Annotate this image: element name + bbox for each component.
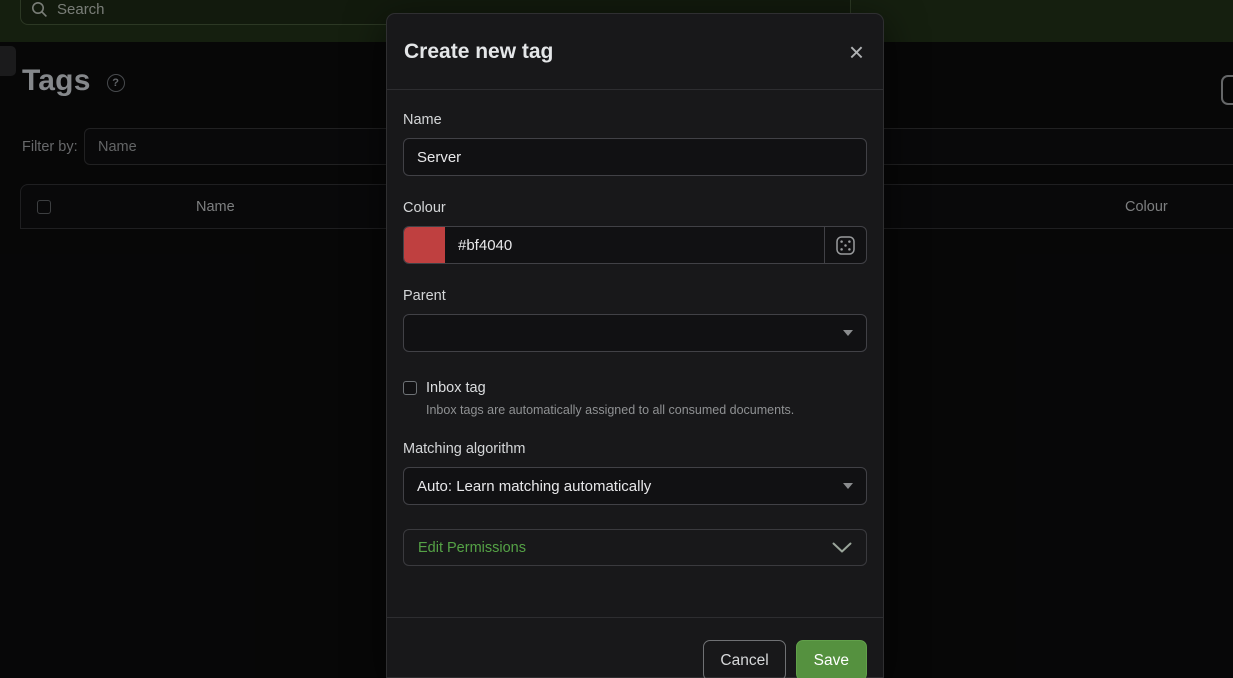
parent-label: Parent <box>403 288 867 304</box>
dice-icon <box>836 236 855 255</box>
inbox-tag-label[interactable]: Inbox tag <box>426 380 486 396</box>
filter-by-label: Filter by: <box>22 139 78 155</box>
matching-algorithm-select[interactable]: Auto: Learn matching automatically <box>403 467 867 505</box>
modal-footer: Cancel Save <box>387 617 883 678</box>
cutoff-right-button[interactable] <box>1221 75 1233 105</box>
matching-algorithm-value: Auto: Learn matching automatically <box>417 478 651 495</box>
inbox-tag-checkbox[interactable] <box>403 381 417 395</box>
help-icon[interactable]: ? <box>107 74 125 92</box>
save-button[interactable]: Save <box>796 640 867 678</box>
colour-swatch <box>404 227 445 263</box>
tag-name-input[interactable] <box>403 138 867 176</box>
inbox-tag-hint: Inbox tags are automatically assigned to… <box>426 403 867 417</box>
parent-select[interactable] <box>403 314 867 352</box>
page-title: Tags <box>22 64 91 98</box>
create-tag-modal: Create new tag × Name Colour <box>386 13 884 678</box>
column-header-name[interactable]: Name <box>196 199 235 215</box>
random-colour-button[interactable] <box>824 227 866 263</box>
chevron-down-icon <box>843 483 853 489</box>
app-window: Tags ? Filter by: Name Colour Create new… <box>0 0 1233 678</box>
sidebar-edge-chip <box>0 46 16 76</box>
inbox-tag-group: Inbox tag Inbox tags are automatically a… <box>403 380 867 417</box>
edit-permissions-label: Edit Permissions <box>418 540 526 556</box>
chevron-down-icon <box>832 542 852 553</box>
name-field-group: Name <box>403 112 867 176</box>
matching-algorithm-group: Matching algorithm Auto: Learn matching … <box>403 441 867 505</box>
close-icon[interactable]: × <box>847 39 866 65</box>
cancel-button[interactable]: Cancel <box>703 640 785 678</box>
colour-label: Colour <box>403 200 867 216</box>
column-header-colour[interactable]: Colour <box>1125 199 1168 215</box>
name-label: Name <box>403 112 867 128</box>
colour-field-group: Colour <box>403 200 867 264</box>
modal-title: Create new tag <box>404 40 553 64</box>
matching-algorithm-label: Matching algorithm <box>403 441 867 457</box>
edit-permissions-accordion[interactable]: Edit Permissions <box>403 529 867 566</box>
colour-hex-input[interactable] <box>445 227 824 263</box>
search-icon <box>31 1 48 18</box>
select-all-checkbox[interactable] <box>37 200 51 214</box>
parent-field-group: Parent <box>403 288 867 352</box>
chevron-down-icon <box>843 330 853 336</box>
